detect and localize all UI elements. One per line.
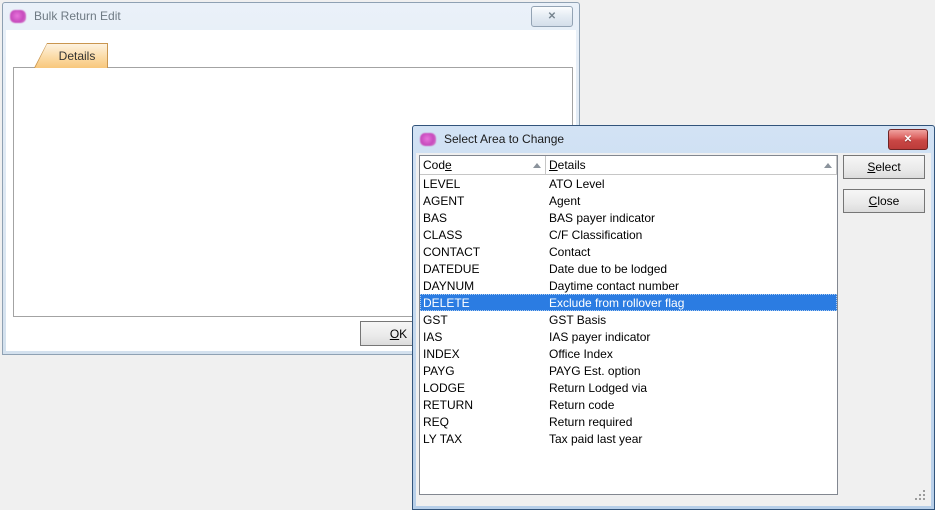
window-title: Select Area to Change	[444, 132, 564, 146]
table-row[interactable]: LY TAXTax paid last year	[420, 430, 837, 447]
column-header-code-label: Code	[423, 158, 452, 172]
row-code: GST	[420, 313, 546, 327]
row-details: GST Basis	[546, 313, 837, 327]
table-row[interactable]: DAYNUMDaytime contact number	[420, 277, 837, 294]
row-details: Return required	[546, 415, 837, 429]
bulk-return-edit-titlebar[interactable]: Bulk Return Edit ✕	[3, 3, 579, 29]
select-area-body: Code Details LEVELATO LevelAGENTAgentBAS…	[416, 153, 931, 506]
row-details: IAS payer indicator	[546, 330, 837, 344]
close-button-label: Close	[869, 194, 900, 208]
table-row[interactable]: INDEXOffice Index	[420, 345, 837, 362]
column-header-details[interactable]: Details	[546, 156, 837, 174]
row-code: CLASS	[420, 228, 546, 242]
window-title: Bulk Return Edit	[34, 9, 121, 23]
resize-grip[interactable]	[915, 490, 926, 501]
close-icon: ✕	[548, 11, 556, 22]
row-details: Contact	[546, 245, 837, 259]
row-details: Return Lodged via	[546, 381, 837, 395]
row-details: Exclude from rollover flag	[546, 296, 837, 310]
table-row[interactable]: PAYGPAYG Est. option	[420, 362, 837, 379]
row-details: Office Index	[546, 347, 837, 361]
row-code: DAYNUM	[420, 279, 546, 293]
row-details: Return code	[546, 398, 837, 412]
app-icon	[420, 133, 436, 146]
table-row[interactable]: CLASSC/F Classification	[420, 226, 837, 243]
row-details: C/F Classification	[546, 228, 837, 242]
table-row[interactable]: REQReturn required	[420, 413, 837, 430]
close-button[interactable]: ✕	[888, 129, 928, 150]
row-code: LODGE	[420, 381, 546, 395]
table-row[interactable]: CONTACTContact	[420, 243, 837, 260]
column-header-details-label: Details	[549, 158, 586, 172]
row-code: BAS	[420, 211, 546, 225]
table-row[interactable]: DELETEExclude from rollover flag	[420, 294, 837, 311]
row-details: Daytime contact number	[546, 279, 837, 293]
select-button[interactable]: Select	[843, 155, 925, 179]
table-rows: LEVELATO LevelAGENTAgentBASBAS payer ind…	[420, 175, 837, 447]
area-list: Code Details LEVELATO LevelAGENTAgentBAS…	[419, 155, 838, 495]
row-code: LEVEL	[420, 177, 546, 191]
row-code: DELETE	[420, 296, 546, 310]
row-details: PAYG Est. option	[546, 364, 837, 378]
table-row[interactable]: IASIAS payer indicator	[420, 328, 837, 345]
close-button[interactable]: ✕	[531, 6, 573, 27]
row-details: BAS payer indicator	[546, 211, 837, 225]
select-button-label: Select	[867, 160, 900, 174]
table-row[interactable]: RETURNReturn code	[420, 396, 837, 413]
app-icon	[10, 10, 26, 23]
row-code: AGENT	[420, 194, 546, 208]
row-code: LY TAX	[420, 432, 546, 446]
sort-ascending-icon	[533, 163, 541, 168]
column-header-code[interactable]: Code	[420, 156, 546, 174]
row-details: Agent	[546, 194, 837, 208]
table-row[interactable]: LEVELATO Level	[420, 175, 837, 192]
area-list-header: Code Details	[420, 156, 837, 175]
row-code: REQ	[420, 415, 546, 429]
table-row[interactable]: DATEDUEDate due to be lodged	[420, 260, 837, 277]
ok-button-label: OK	[390, 327, 407, 341]
row-code: INDEX	[420, 347, 546, 361]
table-row[interactable]: GSTGST Basis	[420, 311, 837, 328]
row-details: Tax paid last year	[546, 432, 837, 446]
table-row[interactable]: AGENTAgent	[420, 192, 837, 209]
row-code: DATEDUE	[420, 262, 546, 276]
select-area-titlebar[interactable]: Select Area to Change ✕	[413, 126, 934, 152]
tab-details[interactable]: Details	[34, 43, 108, 68]
table-row[interactable]: BASBAS payer indicator	[420, 209, 837, 226]
row-code: PAYG	[420, 364, 546, 378]
select-area-window: Select Area to Change ✕ Code Details LEV…	[412, 125, 935, 510]
close-icon: ✕	[904, 134, 912, 145]
sort-ascending-icon	[824, 163, 832, 168]
close-button[interactable]: Close	[843, 189, 925, 213]
table-row[interactable]: LODGEReturn Lodged via	[420, 379, 837, 396]
row-code: CONTACT	[420, 245, 546, 259]
row-code: RETURN	[420, 398, 546, 412]
tab-details-label: Details	[59, 49, 96, 63]
row-details: Date due to be lodged	[546, 262, 837, 276]
row-details: ATO Level	[546, 177, 837, 191]
row-code: IAS	[420, 330, 546, 344]
